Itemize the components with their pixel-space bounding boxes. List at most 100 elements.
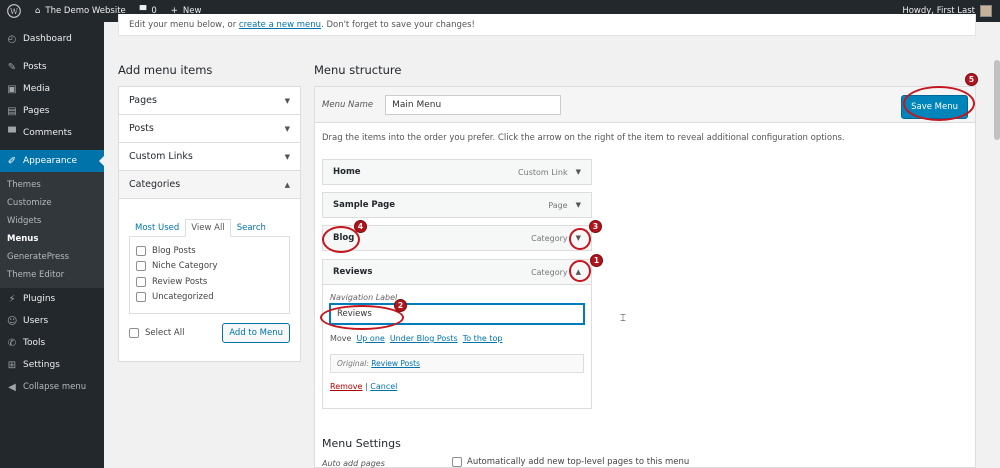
sidebar-item-label: Comments [23, 128, 72, 138]
comment-icon: ▀ [8, 127, 16, 139]
move-links: Move Up one Under Blog Posts To the top [330, 334, 503, 343]
select-all: Select All [129, 325, 184, 341]
sidebar-item-label: Collapse menu [23, 382, 87, 392]
svg-text:W: W [10, 7, 18, 16]
add-menu-items-panel: Pages ▼ Posts ▼ Custom Links ▼ Categories ▲ … [118, 86, 301, 362]
menu-header: Menu Name [315, 87, 975, 123]
sidebar-item-label: Posts [23, 62, 47, 72]
sidebar-item-posts[interactable]: ✎ Posts [0, 56, 104, 78]
caret-down-icon: ▼ [284, 124, 290, 133]
accordion-custom-links[interactable]: Custom Links ▼ [119, 143, 300, 171]
home-icon: ⌂ [35, 6, 41, 16]
sidebar-item-label: Media [23, 84, 51, 94]
site-name: The Demo Website [45, 6, 126, 16]
category-tabs: Most Used View All Search [129, 219, 290, 237]
move-up-one-link[interactable]: Up one [356, 334, 384, 343]
list-item: Blog Posts [136, 243, 283, 259]
sidebar-item-media[interactable]: ▣ Media [0, 78, 104, 100]
select-all-checkbox[interactable] [129, 328, 139, 338]
annotation-badge-2: 2 [394, 299, 407, 312]
move-under-blog-posts-link[interactable]: Under Blog Posts [390, 334, 458, 343]
cancel-link[interactable]: Cancel [370, 382, 397, 391]
annotation-badge-4: 4 [354, 220, 367, 233]
brush-icon: ✐ [7, 155, 17, 167]
avatar [980, 5, 992, 17]
sidebar-item-label: Tools [23, 338, 46, 348]
checkbox[interactable] [136, 261, 146, 272]
categories-footer: Select All Add to Menu [129, 323, 290, 343]
sidebar-item-plugins[interactable]: ⚡ Plugins [0, 288, 104, 310]
submenu-item-generatepress[interactable]: GeneratePress [0, 248, 104, 266]
list-item: Review Posts [136, 274, 283, 290]
create-new-menu-link[interactable]: create a new menu [239, 20, 321, 30]
save-menu-button[interactable]: Save Menu [901, 95, 968, 119]
collapse-menu-button[interactable]: ◀ Collapse menu [0, 376, 104, 398]
tab-view-all[interactable]: View All [185, 219, 231, 237]
caret-down-icon[interactable]: ▼ [576, 201, 581, 209]
caret-up-icon: ▲ [284, 180, 290, 189]
sidebar-item-settings[interactable]: ⊞ Settings [0, 354, 104, 376]
tab-most-used[interactable]: Most Used [129, 219, 185, 237]
original-link[interactable]: Review Posts [371, 359, 420, 368]
pin-icon: ✎ [7, 61, 17, 73]
sidebar-item-label: Appearance [23, 156, 78, 166]
page-scrollbar[interactable] [994, 60, 1000, 140]
sidebar-item-dashboard[interactable]: ◴ Dashboard [0, 28, 104, 50]
user-icon: ☺ [7, 315, 18, 327]
sidebar-item-label: Settings [23, 360, 60, 370]
wrench-icon: ✆ [7, 337, 17, 349]
submenu-item-theme-editor[interactable]: Theme Editor [0, 266, 104, 284]
sidebar-item-tools[interactable]: ✆ Tools [0, 332, 104, 354]
caret-up-icon[interactable]: ▲ [576, 268, 581, 276]
checkbox[interactable] [136, 245, 146, 256]
sidebar-item-label: Dashboard [23, 34, 72, 44]
sidebar-item-label: Pages [23, 106, 50, 116]
sidebar-item-users[interactable]: ☺ Users [0, 310, 104, 332]
menu-item-sample-page[interactable]: Sample Page Page ▼ [322, 192, 592, 218]
menu-item-settings: Navigation Label Move Up one Under Blog … [322, 285, 592, 409]
list-item: Niche Category [136, 259, 283, 275]
tab-search[interactable]: Search [231, 219, 272, 237]
submenu-item-themes[interactable]: Themes [0, 176, 104, 194]
checkbox[interactable] [136, 292, 146, 303]
page-icon: ▤ [7, 105, 17, 117]
auto-add-checkbox[interactable] [452, 457, 462, 467]
sidebar-item-pages[interactable]: ▤ Pages [0, 100, 104, 122]
accordion-pages[interactable]: Pages ▼ [119, 87, 300, 115]
wordpress-logo-icon[interactable]: W [0, 0, 28, 22]
list-item: Uncategorized [136, 290, 283, 306]
category-checklist: Blog Posts Niche Category Review Posts U… [129, 236, 290, 314]
checkbox[interactable] [136, 276, 146, 287]
submenu-item-customize[interactable]: Customize [0, 194, 104, 212]
menu-settings-title: Menu Settings [322, 437, 401, 450]
menu-name-input[interactable] [385, 94, 562, 115]
submenu-item-menus[interactable]: Menus [0, 230, 104, 248]
annotation-badge-5: 5 [965, 73, 978, 86]
navigation-label-input[interactable] [330, 304, 584, 324]
caret-down-icon: ▼ [284, 152, 290, 161]
original-item: Original: Review Posts [330, 354, 584, 373]
accordion-posts[interactable]: Posts ▼ [119, 115, 300, 143]
menu-item-reviews[interactable]: Reviews Category ▲ [322, 259, 592, 285]
annotation-badge-1: 1 [590, 254, 603, 267]
submenu-item-widgets[interactable]: Widgets [0, 212, 104, 230]
menu-structure-panel: Menu Name Save Menu Drag the items into … [314, 86, 976, 468]
remove-link[interactable]: Remove [330, 382, 362, 391]
sidebar-item-comments[interactable]: ▀ Comments [0, 122, 104, 144]
caret-down-icon[interactable]: ▼ [576, 234, 581, 242]
sidebar-item-label: Users [23, 316, 49, 326]
caret-down-icon: ▼ [284, 96, 290, 105]
auto-add-option: Automatically add new top-level pages to… [452, 457, 689, 467]
accordion-categories[interactable]: Categories ▲ [119, 171, 300, 199]
move-to-top-link[interactable]: To the top [463, 334, 503, 343]
dashboard-icon: ◴ [7, 33, 17, 45]
navigation-label: Navigation Label [330, 293, 398, 302]
item-actions: Remove | Cancel [330, 382, 398, 391]
sidebar-item-appearance[interactable]: ✐ Appearance [0, 150, 104, 172]
menu-name-label: Menu Name [322, 99, 374, 110]
caret-down-icon[interactable]: ▼ [576, 168, 581, 176]
annotation-badge-3: 3 [589, 220, 602, 233]
menu-item-home[interactable]: Home Custom Link ▼ [322, 159, 592, 185]
add-to-menu-button[interactable]: Add to Menu [222, 323, 290, 343]
edit-menu-notice: Edit your menu below, or create a new me… [118, 14, 976, 36]
